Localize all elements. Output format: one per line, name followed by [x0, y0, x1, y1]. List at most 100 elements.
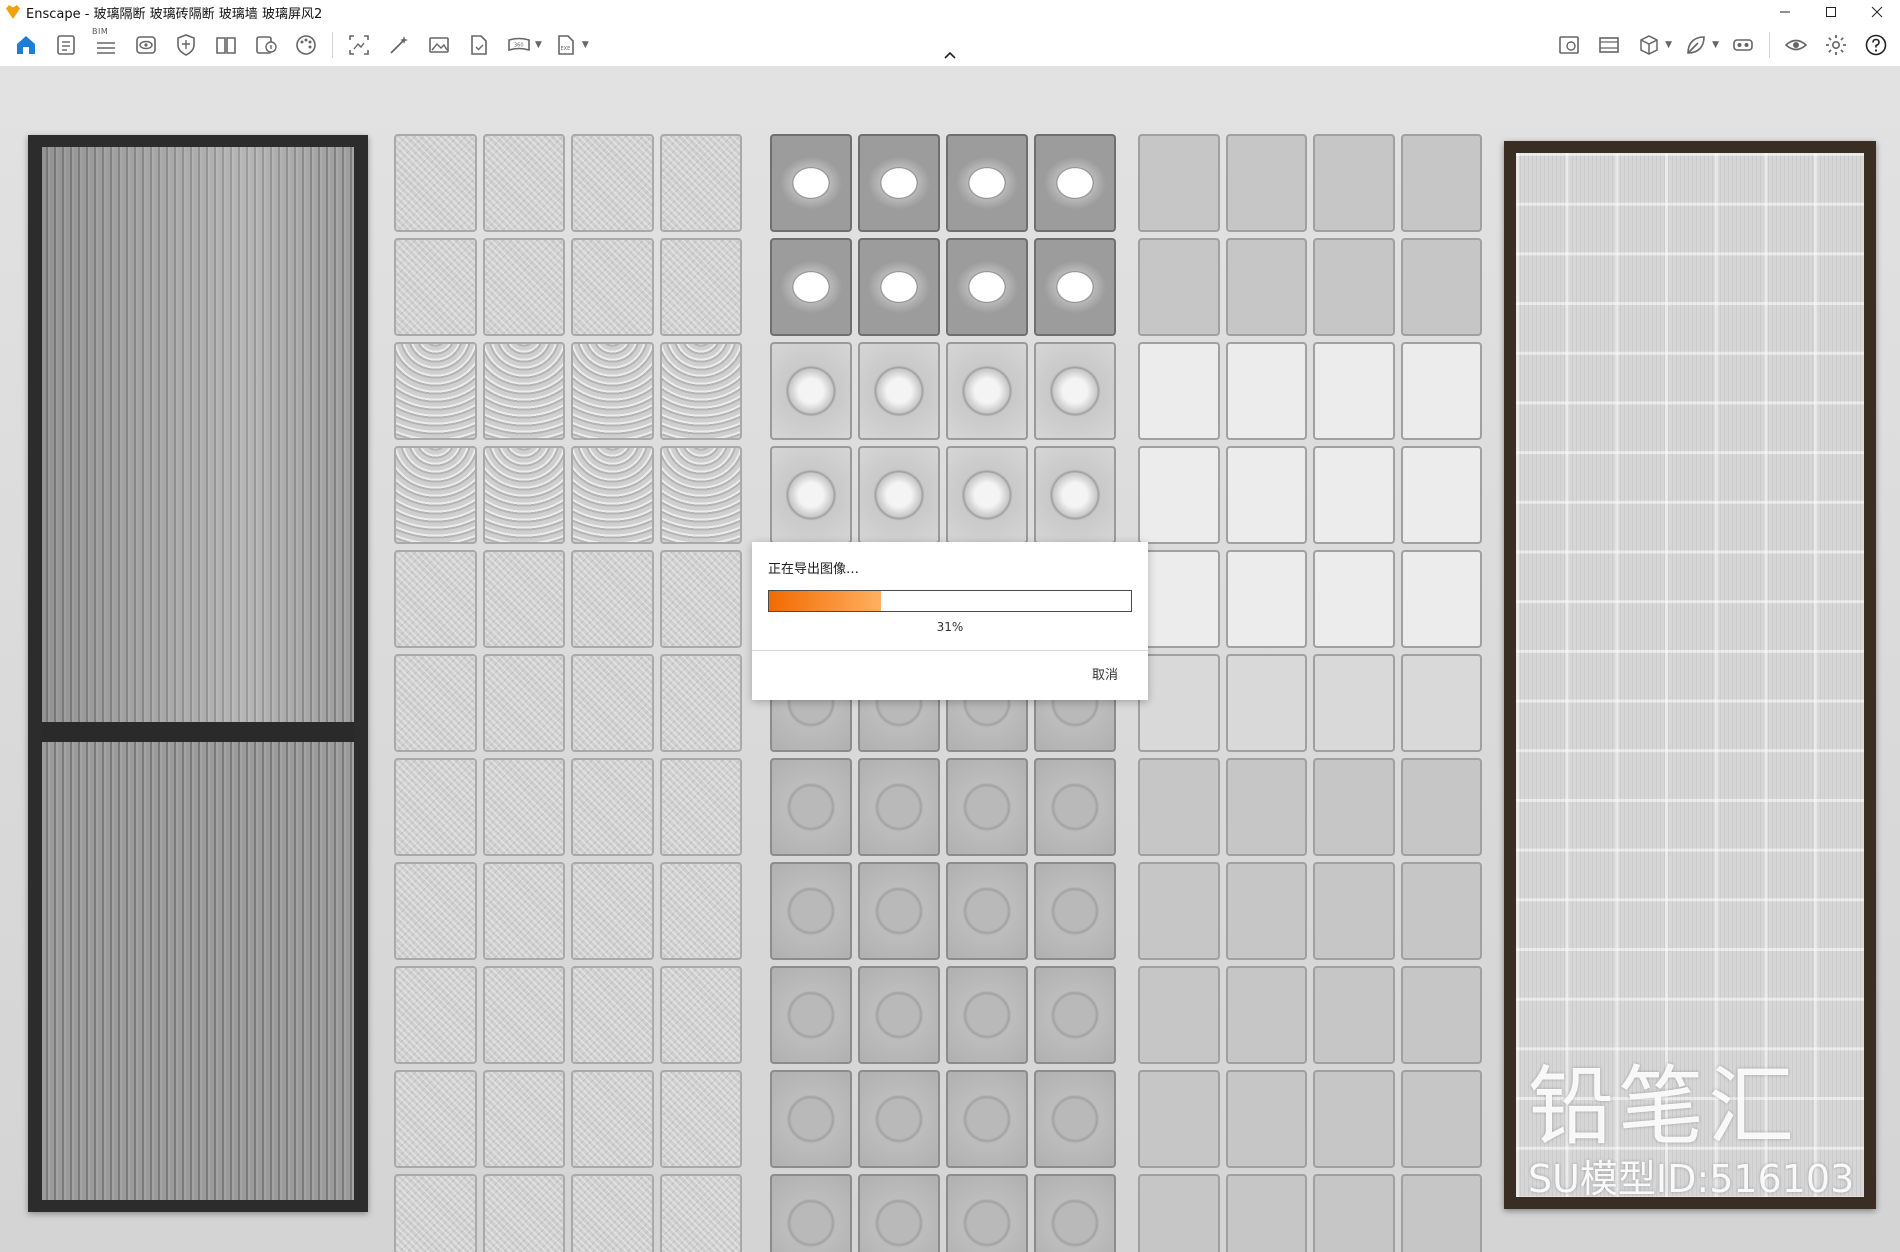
export-dropdown-caret[interactable]: ▼: [582, 40, 589, 50]
glass-block-tile: [858, 862, 940, 960]
watermark-model-id: SU模型ID:516103: [1528, 1157, 1855, 1201]
document-icon[interactable]: [51, 30, 81, 60]
cube-icon[interactable]: [1634, 30, 1664, 60]
glass-block-tile: [1313, 862, 1395, 960]
glass-block-tile: [1138, 966, 1220, 1064]
glass-block-tile: [1313, 238, 1395, 336]
glass-block-tile: [659, 862, 742, 960]
glass-block-tile: [770, 966, 852, 1064]
glass-block-tile: [1400, 654, 1482, 752]
glass-block-tile: [1034, 1070, 1116, 1168]
maximize-button[interactable]: [1808, 0, 1854, 24]
glass-block-tile: [858, 134, 940, 232]
glass-block-tile: [858, 238, 940, 336]
bim-list-icon[interactable]: BIM: [91, 27, 121, 60]
glass-block-tile: [1313, 342, 1395, 440]
shield-icon[interactable]: [171, 30, 201, 60]
glass-block-tile: [571, 1174, 654, 1252]
glass-block-tile: [770, 862, 852, 960]
glass-block-tile: [1400, 238, 1482, 336]
glass-block-tile: [394, 342, 477, 440]
glass-block-tile: [946, 758, 1028, 856]
screenshot-icon[interactable]: [344, 30, 374, 60]
glass-block-tile: [1313, 1070, 1395, 1168]
panorama-dropdown-caret[interactable]: ▼: [535, 40, 542, 50]
exe-export-icon[interactable]: EXE: [551, 30, 581, 60]
glass-block-tile: [659, 1070, 742, 1168]
glass-block-tile: [1400, 134, 1482, 232]
eye-icon[interactable]: [1781, 30, 1811, 60]
glass-block-tile: [1400, 862, 1482, 960]
glass-block-tile: [482, 1070, 565, 1168]
glass-block-tile: [659, 1174, 742, 1252]
reeded-glass-door: [28, 135, 368, 1212]
svg-text:EXE: EXE: [560, 46, 570, 52]
document-check-icon[interactable]: [464, 30, 494, 60]
glass-block-tile: [571, 550, 654, 648]
glass-block-tile: [946, 966, 1028, 1064]
glass-block-tile: [1138, 862, 1220, 960]
minimize-button[interactable]: [1762, 0, 1808, 24]
glass-block-tile: [1034, 446, 1116, 544]
vr-headset-icon[interactable]: [1728, 30, 1758, 60]
glass-block-tile: [482, 238, 565, 336]
glass-block-tile: [1313, 966, 1395, 1064]
glass-block-tile: [1225, 446, 1307, 544]
glass-block-tile: [1313, 654, 1395, 752]
info-sheet-icon[interactable]: [251, 30, 281, 60]
glass-block-tile: [1400, 446, 1482, 544]
glass-block-tile: [659, 966, 742, 1064]
home-icon[interactable]: [11, 30, 41, 60]
book-icon[interactable]: [211, 30, 241, 60]
glass-block-tile: [571, 446, 654, 544]
glass-block-tile: [1400, 342, 1482, 440]
glass-block-tile: [1138, 134, 1220, 232]
glass-block-tile: [571, 862, 654, 960]
close-button[interactable]: [1854, 0, 1900, 24]
window-title: Enscape - 玻璃隔断 玻璃砖隔断 玻璃墙 玻璃屏风2: [26, 6, 323, 22]
glass-block-tile: [770, 1174, 852, 1252]
image-icon[interactable]: [424, 30, 454, 60]
panorama-icon[interactable]: 360: [504, 30, 534, 60]
glass-block-tile: [659, 238, 742, 336]
material-palette-icon[interactable]: [291, 30, 321, 60]
leaf-icon[interactable]: [1681, 30, 1711, 60]
eye-render-icon[interactable]: [131, 30, 161, 60]
glass-block-tile: [858, 966, 940, 1064]
glass-block-tile: [394, 966, 477, 1064]
glass-block-tile: [770, 134, 852, 232]
settings-gear-icon[interactable]: [1821, 30, 1851, 60]
glass-block-tile: [394, 446, 477, 544]
toolbar-separator: [332, 32, 333, 58]
glass-block-tile: [1400, 1070, 1482, 1168]
glass-block-tile: [946, 1174, 1028, 1252]
glass-block-tile: [571, 654, 654, 752]
collapse-toolbar-button[interactable]: [940, 48, 960, 62]
glass-block-tile: [394, 654, 477, 752]
glass-block-tile: [571, 342, 654, 440]
title-bar: Enscape - 玻璃隔断 玻璃砖隔断 玻璃墙 玻璃屏风2: [0, 0, 1900, 24]
film-icon[interactable]: [1594, 30, 1624, 60]
leaf-dropdown-caret[interactable]: ▼: [1712, 40, 1719, 50]
glass-block-tile: [659, 550, 742, 648]
glass-block-tile: [1034, 862, 1116, 960]
glass-block-tile: [659, 134, 742, 232]
magic-wand-icon[interactable]: [384, 30, 414, 60]
glass-block-tile: [482, 134, 565, 232]
glass-block-tile: [1313, 758, 1395, 856]
glass-block-tile: [659, 758, 742, 856]
glass-block-tile: [482, 446, 565, 544]
cancel-button[interactable]: 取消: [1092, 664, 1118, 683]
watermark-brand: 铅笔汇: [1528, 1057, 1798, 1157]
cube-dropdown-caret[interactable]: ▼: [1665, 40, 1672, 50]
glass-block-tile: [1225, 238, 1307, 336]
glass-block-tile: [394, 862, 477, 960]
glass-block-tile: [482, 654, 565, 752]
image-settings-icon[interactable]: [1554, 30, 1584, 60]
progress-bar: [768, 590, 1132, 612]
glass-block-tile: [1225, 342, 1307, 440]
glass-block-tile: [1034, 1174, 1116, 1252]
glass-block-tile: [394, 238, 477, 336]
clear-glass-block-wall: [1138, 134, 1482, 1252]
help-icon[interactable]: [1861, 30, 1891, 60]
